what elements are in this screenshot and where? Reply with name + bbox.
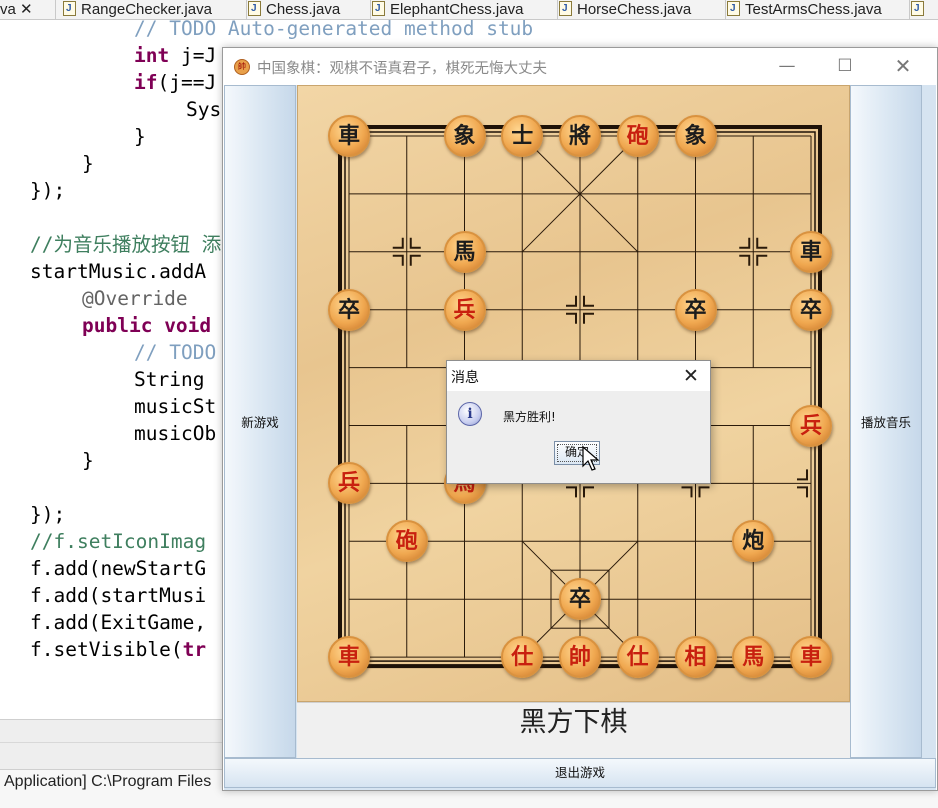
editor-tab[interactable]: TestArmsChess.java: [721, 0, 910, 19]
new-game-button[interactable]: 新游戏: [224, 85, 296, 758]
dialog-title: 消息: [451, 370, 479, 386]
chess-piece-black[interactable]: 卒: [328, 288, 370, 331]
dialog-close-button[interactable]: ✕: [679, 364, 703, 388]
chess-piece-red[interactable]: 車: [328, 636, 370, 679]
code-keyword: int: [134, 44, 170, 67]
position-mark: [797, 486, 808, 498]
code-line: startMusic.addA: [30, 260, 207, 283]
minimize-button[interactable]: —: [765, 52, 809, 80]
position-mark: [583, 312, 594, 324]
console-status-text: Application] C:\Program Files: [4, 773, 212, 790]
code-line: }: [134, 125, 146, 148]
position-mark: [392, 254, 404, 266]
chess-piece-black[interactable]: 卒: [790, 288, 832, 331]
position-mark: [681, 486, 693, 498]
code-line: });: [30, 179, 66, 202]
code-line: }: [82, 449, 94, 472]
code-comment: //f.setIconImag: [30, 530, 207, 553]
chess-piece-red[interactable]: 砲: [385, 520, 428, 563]
chess-piece-red[interactable]: 車: [790, 636, 832, 679]
position-mark: [756, 237, 768, 249]
position-mark: [739, 237, 751, 249]
chess-piece-black[interactable]: 車: [328, 115, 370, 157]
maximize-button[interactable]: ☐: [823, 52, 867, 80]
chess-piece-black[interactable]: 馬: [443, 230, 486, 273]
chess-piece-black[interactable]: 將: [559, 115, 601, 157]
close-button[interactable]: ✕: [881, 52, 925, 80]
info-icon: i: [458, 402, 482, 426]
code-comment: //为音乐播放按钮 添加: [30, 233, 241, 256]
chess-piece-red[interactable]: 仕: [616, 636, 659, 679]
editor-tab-label: HorseChess.java: [577, 1, 692, 18]
position-mark: [409, 254, 421, 266]
chess-piece-black[interactable]: 車: [790, 230, 832, 273]
position-mark: [756, 254, 768, 266]
code-keyword: if: [134, 71, 158, 94]
chess-piece-red[interactable]: 兵: [443, 288, 486, 331]
code-line: Sys: [186, 98, 222, 121]
position-mark: [583, 486, 594, 498]
code-line: });: [30, 503, 66, 526]
editor-tab-label: TestArmsChess.java: [745, 1, 882, 18]
position-mark: [566, 312, 577, 324]
chess-piece-black[interactable]: 卒: [559, 578, 601, 621]
position-mark: [566, 295, 577, 307]
editor-tab[interactable]: [905, 0, 938, 19]
position-mark: [409, 237, 421, 249]
window-title: 中国象棋：观棋不语真君子，棋死无悔大丈夫: [257, 61, 547, 77]
chess-piece-black[interactable]: 象: [443, 115, 486, 157]
java-file-icon: [727, 0, 740, 18]
code-line: String: [134, 368, 205, 391]
code-text: (j==J: [157, 71, 217, 94]
java-file-icon: [559, 0, 572, 18]
java-file-icon: [248, 0, 261, 18]
code-line: f.add(newStartG: [30, 557, 207, 580]
java-file-icon: [372, 0, 385, 18]
position-mark: [739, 254, 751, 266]
window-titlebar[interactable]: 帥 中国象棋：观棋不语真君子，棋死无悔大丈夫 — ☐ ✕: [223, 48, 937, 84]
code-line: public void: [82, 312, 211, 339]
chess-piece-black[interactable]: 士: [501, 115, 544, 157]
play-music-button[interactable]: 播放音乐: [850, 85, 922, 758]
editor-tab-label: va ✕: [0, 1, 33, 18]
code-line: f.add(startMusi: [30, 584, 207, 607]
code-line: int j=J: [134, 42, 216, 69]
turn-indicator: 黑方下棋: [297, 702, 850, 759]
message-dialog: 消息 ✕ i 黑方胜利! 确定: [446, 360, 711, 484]
code-line: // TODO Auto-generated method stub: [134, 17, 534, 40]
position-mark: [392, 237, 404, 249]
chess-piece-red[interactable]: 兵: [790, 404, 832, 447]
chess-piece-black[interactable]: 象: [674, 115, 717, 157]
dialog-message: 黑方胜利!: [503, 410, 556, 424]
code-line: musicSt: [134, 395, 217, 418]
code-line: if(j==J: [134, 69, 216, 96]
mouse-cursor-icon: [582, 446, 600, 471]
position-mark: [583, 295, 594, 307]
code-line: musicOb: [134, 422, 217, 445]
position-mark: [566, 486, 577, 498]
code-line: f.setVisible(tr: [30, 636, 206, 663]
code-comment: // TODO: [134, 341, 217, 364]
exit-game-button[interactable]: 退出游戏: [224, 758, 936, 788]
code-keyword: tr: [182, 638, 207, 661]
app-icon: 帥: [234, 59, 250, 75]
editor-tab[interactable]: va ✕: [0, 0, 56, 19]
code-annotation: @Override: [82, 287, 188, 310]
editor-tab[interactable]: HorseChess.java: [553, 0, 726, 19]
code-line: }: [82, 152, 94, 175]
code-text: f.setVisible(: [30, 638, 183, 661]
java-file-icon: [911, 0, 924, 18]
java-file-icon: [63, 0, 76, 18]
code-keyword: public: [82, 314, 153, 337]
dialog-titlebar[interactable]: 消息 ✕: [447, 361, 710, 391]
code-line: f.add(ExitGame,: [30, 611, 207, 634]
code-text: j=J: [169, 44, 217, 67]
chess-piece-black[interactable]: 卒: [674, 288, 717, 331]
chess-piece-red[interactable]: 帥: [559, 636, 601, 679]
position-mark: [797, 469, 808, 481]
position-mark: [698, 486, 710, 498]
chess-piece-red[interactable]: 砲: [616, 115, 659, 157]
code-keyword: void: [152, 314, 212, 337]
chess-piece-red[interactable]: 相: [674, 636, 717, 679]
